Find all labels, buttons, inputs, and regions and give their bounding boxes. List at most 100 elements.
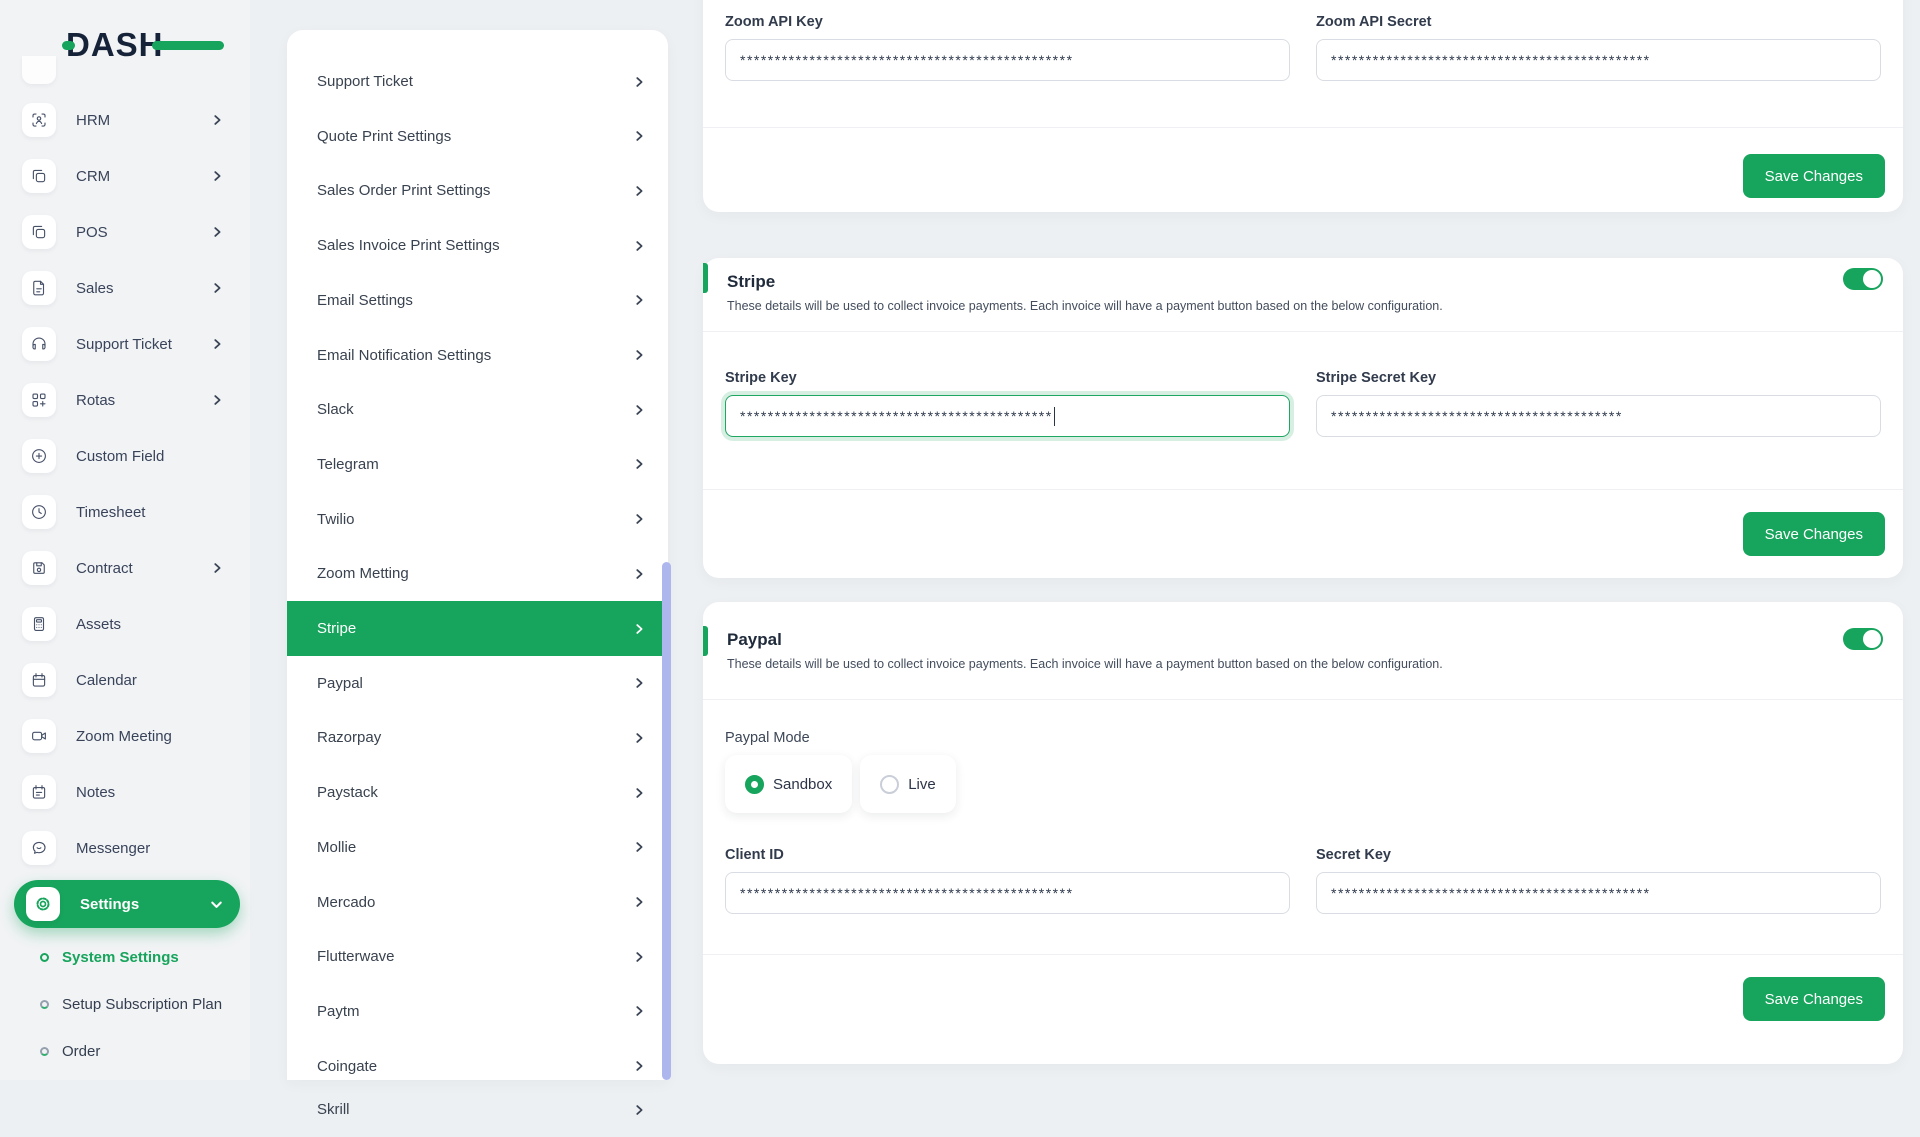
stripe-secret-key-input[interactable]: ****************************************… [1316,395,1881,437]
app-logo[interactable]: DASH [62,26,224,70]
settings-nav-label: Slack [317,401,354,419]
settings-nav-item[interactable]: Slack [287,382,668,437]
zoom-api-key-input[interactable]: ****************************************… [725,39,1290,81]
masked-value: ****************************************… [740,408,1053,424]
stripe-key-input[interactable]: ****************************************… [725,395,1290,437]
sidebar-item-custom-field[interactable]: Custom Field [0,428,250,484]
hrm-icon [22,103,56,137]
chevron-right-icon [632,567,646,581]
sidebar-item-notes[interactable]: Notes [0,764,250,820]
settings-nav-label: Skrill [317,1101,350,1118]
save-changes-button[interactable]: Save Changes [1742,154,1885,198]
chevron-right-icon [210,281,224,295]
settings-nav-label: Quote Print Settings [317,127,452,145]
submenu-label: Order [62,1043,101,1060]
client-id-input[interactable]: ****************************************… [725,872,1290,914]
field-label: Zoom API Key [725,14,823,30]
paypal-enabled-toggle[interactable] [1843,628,1883,650]
chevron-right-icon [632,950,646,964]
chevron-right-icon [632,403,646,417]
chevron-right-icon [632,1059,646,1073]
sidebar-item-support-ticket[interactable]: Support Ticket [0,316,250,372]
sidebar-item-label: Contract [76,559,133,577]
field-label: Zoom API Secret [1316,14,1432,30]
logo-text: DASH [66,26,164,63]
toggle-knob [1863,630,1881,648]
sidebar-item-label: Support Ticket [76,335,172,353]
sidebar-item-label: Rotas [76,391,116,409]
settings-nav-label: Twilio [317,510,355,528]
settings-nav-item[interactable]: Paystack [287,765,668,820]
settings-nav-item[interactable]: Support Ticket [287,54,668,109]
settings-nav-item[interactable]: Mollie [287,820,668,875]
sidebar-item-assets[interactable]: Assets [0,596,250,652]
settings-nav-item[interactable]: Email Settings [287,273,668,328]
chevron-right-icon [632,184,646,198]
settings-nav-item[interactable]: Sales Invoice Print Settings [287,218,668,273]
submenu-item-system-settings[interactable]: System Settings [0,934,250,981]
sidebar-item-hrm[interactable]: HRM [0,92,250,148]
sidebar-item-label: Settings [80,895,140,913]
sidebar-item-crm[interactable]: CRM [0,148,250,204]
stripe-card: Stripe These details will be used to col… [703,258,1903,578]
chevron-right-icon [632,731,646,745]
settings-nav-item[interactable]: Mercado [287,875,668,930]
sidebar-item-label: POS [76,223,108,241]
sidebar-item-label: HRM [76,111,111,129]
settings-nav-panel: Support Ticket Quote Print Settings Sale… [287,30,668,1118]
chevron-down-icon [209,897,224,912]
settings-nav-item[interactable]: Telegram [287,437,668,492]
zoom-api-secret-input[interactable]: ****************************************… [1316,39,1881,81]
chevron-right-icon [210,169,224,183]
sidebar-nav: HRM CRM POS Sales Support Ticket Rotas C… [0,92,250,876]
settings-nav-item[interactable]: Paypal [287,656,668,711]
sidebar-item-sales[interactable]: Sales [0,260,250,316]
settings-nav-item[interactable]: Twilio [287,492,668,547]
sidebar-item-calendar[interactable]: Calendar [0,652,250,708]
save-changes-button[interactable]: Save Changes [1742,512,1885,556]
settings-nav-item[interactable]: Zoom Metting [287,546,668,601]
stripe-enabled-toggle[interactable] [1843,268,1883,290]
settings-nav-item[interactable]: Quote Print Settings [287,109,668,164]
settings-nav-item[interactable]: Email Notification Settings [287,328,668,383]
secret-key-input[interactable]: ****************************************… [1316,872,1881,914]
sidebar-item-pos[interactable]: POS [0,204,250,260]
panel-scrollbar[interactable] [662,562,671,1080]
settings-nav-item[interactable]: Paytm [287,984,668,1039]
sidebar-item-contract[interactable]: Contract [0,540,250,596]
chevron-right-icon [632,293,646,307]
sidebar-item-label: Sales [76,279,114,297]
chevron-right-icon [210,337,224,351]
settings-nav-item[interactable]: Sales Order Print Settings [287,163,668,218]
save-changes-button[interactable]: Save Changes [1742,977,1885,1021]
settings-nav-label: Email Notification Settings [317,346,492,364]
settings-nav-item[interactable]: Flutterwave [287,929,668,984]
sidebar-item-rotas[interactable]: Rotas [0,372,250,428]
settings-nav-item-partial[interactable]: Skrill [287,1082,668,1137]
chevron-right-icon [632,1103,646,1117]
sidebar-item-zoom-meeting[interactable]: Zoom Meeting [0,708,250,764]
masked-value: ****************************************… [740,885,1074,901]
radio-unselected-icon [880,774,900,794]
calendar-icon [22,663,56,697]
chevron-right-icon [210,393,224,407]
sidebar-item-label: Custom Field [76,447,165,465]
logo-accent-notch [62,41,75,50]
stripe-secret-key-field: Stripe Secret Key **********************… [1316,370,1881,437]
radio-label: Sandbox [773,775,833,793]
submenu-item-order[interactable]: Order [0,1028,250,1075]
paypal-mode-sandbox[interactable]: Sandbox [725,755,853,813]
masked-value: ****************************************… [1331,408,1623,424]
sidebar-item-timesheet[interactable]: Timesheet [0,484,250,540]
submenu-item-setup-subscription-plan[interactable]: Setup Subscription Plan [0,981,250,1028]
settings-nav-item-stripe-active[interactable]: Stripe [287,601,668,656]
chevron-right-icon [632,786,646,800]
sidebar-item-messenger[interactable]: Messenger [0,820,250,876]
settings-nav-item[interactable]: Razorpay [287,710,668,765]
settings-nav-label: Telegram [317,455,379,473]
video-camera-icon [22,719,56,753]
paypal-mode-live[interactable]: Live [860,755,956,813]
calculator-icon [22,607,56,641]
radio-selected-icon [745,774,764,794]
sidebar-item-settings[interactable]: Settings [14,880,240,928]
